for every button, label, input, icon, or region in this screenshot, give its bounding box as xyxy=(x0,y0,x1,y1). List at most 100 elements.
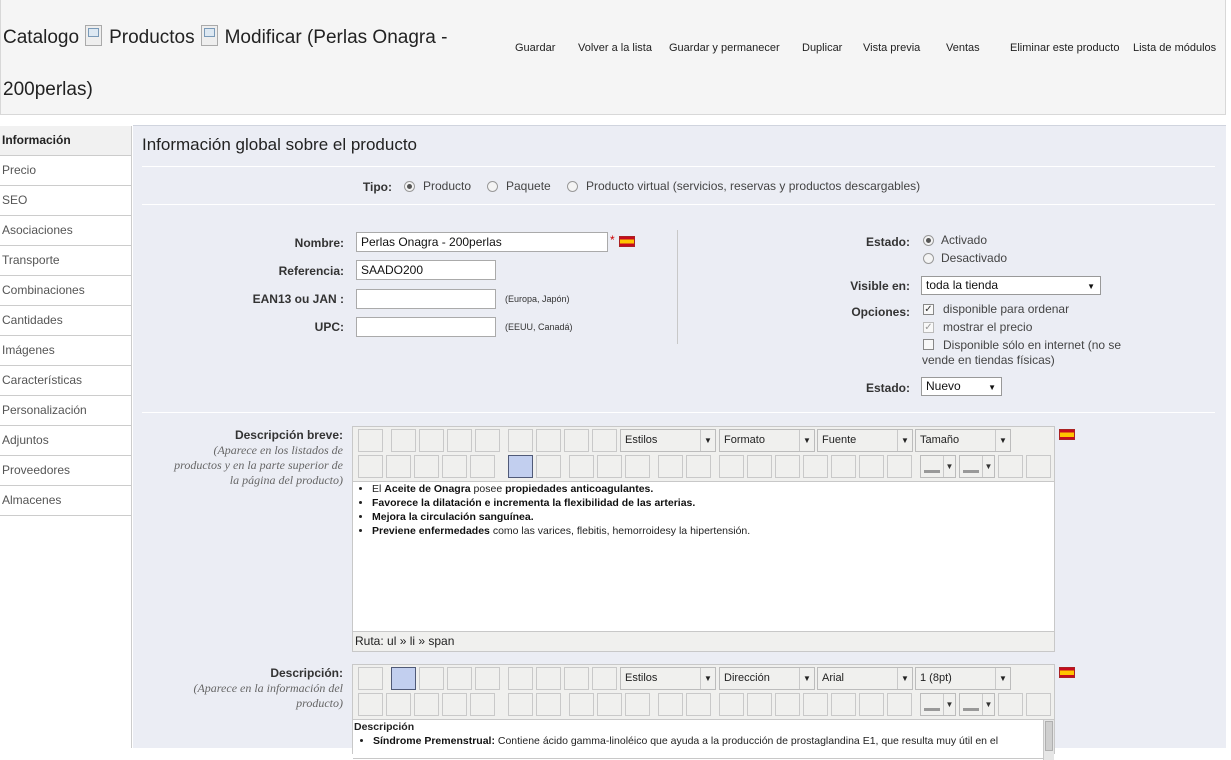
editor-button[interactable] xyxy=(831,693,856,716)
editor-button[interactable] xyxy=(564,429,589,452)
editor-button[interactable] xyxy=(775,693,800,716)
tab-almacenes[interactable]: Almacenes xyxy=(0,486,131,516)
editor-button[interactable] xyxy=(592,429,617,452)
editor-button[interactable] xyxy=(442,693,467,716)
editor-button[interactable] xyxy=(358,693,383,716)
editor-button[interactable] xyxy=(686,455,711,478)
format-dropdown[interactable]: Formato ▼ xyxy=(719,429,815,452)
styles-dropdown[interactable]: Estilos ▼ xyxy=(620,667,716,690)
editor-button[interactable] xyxy=(536,693,561,716)
estado-desactivado-radio[interactable] xyxy=(923,253,934,264)
tab-asociaciones[interactable]: Asociaciones xyxy=(0,216,131,246)
scrollbar[interactable] xyxy=(1043,720,1054,760)
editor-button[interactable] xyxy=(998,693,1023,716)
editor-button[interactable] xyxy=(831,455,856,478)
editor-button[interactable] xyxy=(859,693,884,716)
editor-button[interactable] xyxy=(719,455,744,478)
modules-list-button[interactable]: Lista de módulos xyxy=(1133,42,1216,54)
editor-button[interactable] xyxy=(414,455,439,478)
editor-button[interactable] xyxy=(625,455,650,478)
condicion-select[interactable]: Nuevo ▼ xyxy=(921,377,1002,396)
save-and-stay-button[interactable]: Guardar y permanecer xyxy=(669,42,780,54)
duplicate-button[interactable]: Duplicar xyxy=(802,42,842,54)
editor-button[interactable] xyxy=(597,693,622,716)
save-button[interactable]: Guardar xyxy=(515,42,555,54)
editor-button-active[interactable] xyxy=(508,455,533,478)
tab-transporte[interactable]: Transporte xyxy=(0,246,131,276)
upc-input[interactable] xyxy=(356,317,496,337)
tab-cantidades[interactable]: Cantidades xyxy=(0,306,131,336)
disponible-checkbox[interactable]: ✓ xyxy=(923,304,934,315)
editor-button[interactable] xyxy=(859,455,884,478)
editor-button[interactable] xyxy=(442,455,467,478)
editor-button[interactable] xyxy=(803,455,828,478)
spain-flag-icon[interactable] xyxy=(619,236,635,247)
font-dropdown[interactable]: Fuente ▼ xyxy=(817,429,913,452)
sales-button[interactable]: Ventas xyxy=(946,42,980,54)
tipo-virtual-radio[interactable] xyxy=(567,181,578,192)
tab-proveedores[interactable]: Proveedores xyxy=(0,456,131,486)
delete-product-button[interactable]: Eliminar este producto xyxy=(1010,42,1119,54)
editor-button[interactable] xyxy=(998,455,1023,478)
tab-combinaciones[interactable]: Combinaciones xyxy=(0,276,131,306)
editor-button[interactable] xyxy=(887,455,912,478)
editor-button[interactable] xyxy=(1026,693,1051,716)
size-dropdown[interactable]: Tamaño ▼ xyxy=(915,429,1011,452)
tab-personalizacion[interactable]: Personalización xyxy=(0,396,131,426)
tab-caracteristicas[interactable]: Características xyxy=(0,366,131,396)
editor-button[interactable] xyxy=(358,429,383,452)
editor-button[interactable] xyxy=(508,667,533,690)
editor-button[interactable] xyxy=(775,455,800,478)
editor-button[interactable] xyxy=(508,693,533,716)
styles-dropdown[interactable]: Estilos ▼ xyxy=(620,429,716,452)
editor-button[interactable] xyxy=(470,455,495,478)
back-to-list-button[interactable]: Volver a la lista xyxy=(578,42,652,54)
tipo-producto-radio[interactable] xyxy=(404,181,415,192)
editor-button[interactable] xyxy=(358,455,383,478)
editor-button[interactable] xyxy=(592,667,617,690)
editor-button[interactable] xyxy=(358,667,383,690)
editor-button[interactable] xyxy=(447,667,472,690)
editor-button[interactable] xyxy=(658,455,683,478)
ean-input[interactable] xyxy=(356,289,496,309)
online-only-checkbox[interactable] xyxy=(923,339,934,350)
visible-select[interactable]: toda la tienda ▼ xyxy=(921,276,1101,295)
editor-button[interactable] xyxy=(536,429,561,452)
scrollbar-thumb[interactable] xyxy=(1045,721,1053,751)
bg-color-picker[interactable]: ▼ xyxy=(959,693,995,716)
tab-seo[interactable]: SEO xyxy=(0,186,131,216)
referencia-input[interactable] xyxy=(356,260,496,280)
editor-button[interactable] xyxy=(1026,455,1051,478)
spain-flag-icon[interactable] xyxy=(1059,429,1075,440)
size-dropdown[interactable]: 1 (8pt) ▼ xyxy=(915,667,1011,690)
font-dropdown[interactable]: Arial ▼ xyxy=(817,667,913,690)
editor-button[interactable] xyxy=(386,455,411,478)
estado-activado-radio[interactable] xyxy=(923,235,934,246)
editor-button[interactable] xyxy=(386,693,411,716)
editor-button[interactable] xyxy=(475,429,500,452)
description-content[interactable]: Descripción Síndrome Premenstrual: Conti… xyxy=(353,719,1054,760)
editor-button[interactable] xyxy=(625,693,650,716)
editor-button[interactable] xyxy=(475,667,500,690)
short-description-content[interactable]: El Aceite de Onagra posee propiedades an… xyxy=(353,481,1054,632)
editor-button[interactable] xyxy=(747,693,772,716)
preview-button[interactable]: Vista previa xyxy=(863,42,920,54)
editor-button[interactable] xyxy=(419,429,444,452)
editor-button[interactable] xyxy=(447,429,472,452)
tab-precio[interactable]: Precio xyxy=(0,156,131,186)
editor-button[interactable] xyxy=(597,455,622,478)
editor-button[interactable] xyxy=(419,667,444,690)
editor-button[interactable] xyxy=(719,693,744,716)
tipo-paquete-radio[interactable] xyxy=(487,181,498,192)
editor-button[interactable] xyxy=(803,693,828,716)
editor-button[interactable] xyxy=(536,455,561,478)
editor-button[interactable] xyxy=(508,429,533,452)
tab-imagenes[interactable]: Imágenes xyxy=(0,336,131,366)
spain-flag-icon[interactable] xyxy=(1059,667,1075,678)
editor-button[interactable] xyxy=(536,667,561,690)
editor-button[interactable] xyxy=(887,693,912,716)
editor-button[interactable] xyxy=(470,693,495,716)
editor-button[interactable] xyxy=(686,693,711,716)
bg-color-picker[interactable]: ▼ xyxy=(959,455,995,478)
text-color-picker[interactable]: ▼ xyxy=(920,693,956,716)
